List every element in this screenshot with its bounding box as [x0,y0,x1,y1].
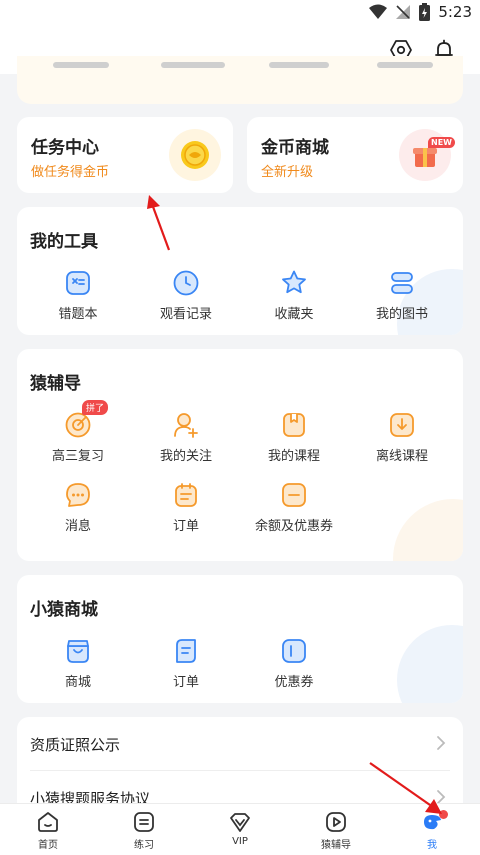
annotation-arrow-task-center [147,195,171,251]
task-center-title: 任务中心 [31,138,99,158]
tutoring-messages[interactable]: 消息 [23,481,133,534]
books-icon [388,269,416,297]
order-doc-icon [172,637,200,665]
xiaoyuan-mall-title: 小猿商城 [30,600,98,620]
star-icon [280,269,308,297]
shop-bag-icon [64,637,92,665]
tutoring-orders[interactable]: 订单 [131,481,241,534]
tool-wrong-book[interactable]: 错题本 [23,269,133,322]
order-icon [172,481,200,509]
wifi-icon [369,4,388,19]
clock-icon [172,269,200,297]
pin-le-badge: 拼了 [82,400,109,415]
gold-coin-icon [169,129,221,181]
yuanfudao-title: 猿辅导 [30,374,81,394]
tutoring-my-courses[interactable]: 我的课程 [239,411,349,464]
coin-mall-subtitle: 全新升级 [261,165,314,180]
tool-favorites[interactable]: 收藏夹 [239,269,349,322]
chat-icon [64,481,92,509]
coin-mall-card[interactable]: 金币商城 全新升级 NEW [247,117,463,193]
course-icon [280,411,308,439]
battery-icon [419,3,431,21]
tutoring-my-follows[interactable]: 我的关注 [131,411,241,464]
new-badge: NEW [428,137,455,148]
mall-shop[interactable]: 商城 [23,637,133,690]
task-center-subtitle: 做任务得金币 [31,165,110,180]
tutoring-senior-review[interactable]: 拼了 高三复习 [23,400,133,464]
nav-practice[interactable]: 练习 [96,810,192,851]
xiaoyuan-mall-card: 小猿商城 商城 订单 优惠券 [17,575,463,703]
chevron-right-icon [437,736,446,750]
tutoring-balance-coupons[interactable]: 余额及优惠券 [239,481,349,534]
my-tools-card: 我的工具 错题本 观看记录 收藏夹 我的图书 [17,207,463,335]
play-icon [324,810,348,834]
vip-icon [228,810,252,834]
scrolled-summary-card [17,56,463,104]
target-icon: 拼了 [64,400,109,439]
tutoring-offline-courses[interactable]: 离线课程 [347,411,457,464]
follow-user-icon [172,411,200,439]
tool-watch-history[interactable]: 观看记录 [131,269,241,322]
status-bar: 5:23 [0,0,480,26]
download-icon [388,411,416,439]
nav-home[interactable]: 首页 [0,810,96,851]
tool-my-books[interactable]: 我的图书 [347,269,457,322]
no-signal-icon [396,5,411,19]
wrong-book-icon [64,269,92,297]
mall-coupons[interactable]: 优惠券 [239,637,349,690]
coin-mall-title: 金币商城 [261,138,329,158]
coupon-icon [280,637,308,665]
nav-vip[interactable]: VIP [192,810,288,847]
practice-icon [132,810,156,834]
my-tools-title: 我的工具 [30,232,98,252]
annotation-arrow-me-tab [369,762,442,814]
wallet-icon [280,481,308,509]
mall-orders[interactable]: 订单 [131,637,241,690]
home-icon [36,810,60,834]
status-time: 5:23 [438,3,472,21]
task-center-card[interactable]: 任务中心 做任务得金币 [17,117,233,193]
yuanfudao-card: 猿辅导 拼了 高三复习 我的关注 我的课程 离线课程 消息 订单 余额及优惠券 [17,349,463,561]
